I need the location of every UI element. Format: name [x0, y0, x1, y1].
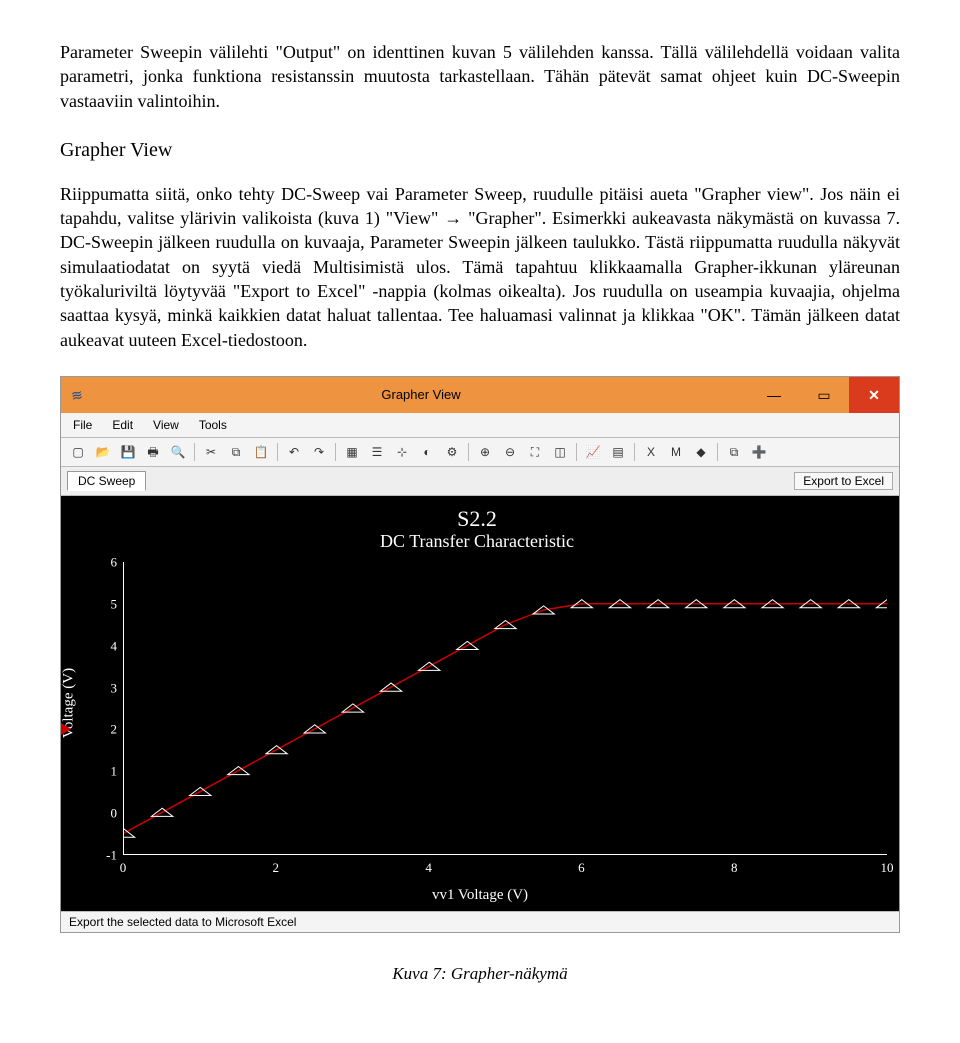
y-tick: 4 [99, 639, 117, 652]
toolbar-sep [634, 443, 635, 461]
open-icon[interactable]: 📂 [92, 441, 114, 463]
undo-icon[interactable]: ↶ [283, 441, 305, 463]
tab-row: DC Sweep Export to Excel [61, 467, 899, 496]
menu-tools[interactable]: Tools [197, 417, 229, 433]
print-icon[interactable]: 🖶 [142, 441, 164, 463]
new-icon[interactable]: ▢ [67, 441, 89, 463]
properties-icon[interactable]: ⚙ [441, 441, 463, 463]
trace-marker-icon [61, 723, 71, 735]
status-bar: Export the selected data to Microsoft Ex… [61, 911, 899, 932]
grapher-window: ≋ Grapher View — ▭ ✕ File Edit View Tool… [60, 376, 900, 933]
export-mathcad-icon[interactable]: M [665, 441, 687, 463]
x-tick: 2 [273, 861, 280, 874]
add-trace-icon[interactable]: ➕ [748, 441, 770, 463]
x-tick: 4 [425, 861, 432, 874]
x-tick: 6 [578, 861, 585, 874]
paragraph-2: Riippumatta siitä, onko tehty DC-Sweep v… [60, 182, 900, 352]
x-axis-label: vv1 Voltage (V) [432, 888, 528, 903]
overlay-icon[interactable]: ⧉ [723, 441, 745, 463]
paragraph-1: Parameter Sweepin välilehti "Output" on … [60, 40, 900, 113]
x-tick: 0 [120, 861, 127, 874]
wave-icon: ≋ [70, 387, 84, 403]
toolbar-sep [194, 443, 195, 461]
zoom-fit-icon[interactable]: ⛶ [524, 441, 546, 463]
export-excel-icon[interactable]: X [640, 441, 662, 463]
data-trace [124, 604, 887, 833]
table-icon[interactable]: ▤ [607, 441, 629, 463]
export-to-excel-tooltip: Export to Excel [794, 472, 893, 490]
x-tick: 10 [881, 861, 894, 874]
close-button[interactable]: ✕ [849, 377, 899, 413]
grid-icon[interactable]: ▦ [341, 441, 363, 463]
preview-icon[interactable]: 🔍 [167, 441, 189, 463]
toolbar-sep [335, 443, 336, 461]
y-tick: 3 [99, 681, 117, 694]
window-buttons: — ▭ ✕ [749, 377, 899, 413]
legend-icon[interactable]: ☰ [366, 441, 388, 463]
toolbar-sep [277, 443, 278, 461]
menu-edit[interactable]: Edit [110, 417, 135, 433]
toolbar-sep [717, 443, 718, 461]
copy-icon[interactable]: ⧉ [225, 441, 247, 463]
y-tick: 2 [99, 723, 117, 736]
export-labview-icon[interactable]: ◆ [690, 441, 712, 463]
figure-caption: Kuva 7: Grapher-näkymä [60, 963, 900, 986]
cut-icon[interactable]: ✂ [200, 441, 222, 463]
toolbar-sep [468, 443, 469, 461]
y-tick: -1 [99, 848, 117, 861]
zoom-in-icon[interactable]: ⊕ [474, 441, 496, 463]
save-icon[interactable]: 💾 [117, 441, 139, 463]
chart-title: S2.2 [67, 504, 887, 530]
chart-canvas[interactable] [123, 562, 887, 855]
chart-subtitle: DC Transfer Characteristic [67, 532, 887, 550]
app-icon: ≋ [61, 377, 93, 413]
bw-icon[interactable]: ◐ [416, 441, 438, 463]
tab-dc-sweep[interactable]: DC Sweep [67, 471, 146, 491]
y-tick: 0 [99, 807, 117, 820]
redo-icon[interactable]: ↷ [308, 441, 330, 463]
chart-icon[interactable]: 📈 [582, 441, 604, 463]
window-titlebar: ≋ Grapher View — ▭ ✕ [61, 377, 899, 413]
x-tick: 8 [731, 861, 738, 874]
section-heading: Grapher View [60, 137, 900, 164]
zoom-out-icon[interactable]: ⊖ [499, 441, 521, 463]
window-title: Grapher View [93, 377, 749, 413]
zoom-area-icon[interactable]: ◫ [549, 441, 571, 463]
toolbar-sep [576, 443, 577, 461]
menu-file[interactable]: File [71, 417, 94, 433]
minimize-button[interactable]: — [749, 377, 799, 413]
menu-bar: File Edit View Tools [61, 413, 899, 438]
plot-area: S2.2 DC Transfer Characteristic Voltage … [61, 496, 899, 911]
cursor-icon[interactable]: ⊹ [391, 441, 413, 463]
menu-view[interactable]: View [151, 417, 181, 433]
toolbar: ▢ 📂 💾 🖶 🔍 ✂ ⧉ 📋 ↶ ↷ ▦ ☰ ⊹ ◐ ⚙ ⊕ ⊖ ⛶ ◫ 📈 … [61, 438, 899, 467]
y-tick: 6 [99, 555, 117, 568]
maximize-button[interactable]: ▭ [799, 377, 849, 413]
paste-icon[interactable]: 📋 [250, 441, 272, 463]
y-tick: 5 [99, 597, 117, 610]
y-tick: 1 [99, 765, 117, 778]
